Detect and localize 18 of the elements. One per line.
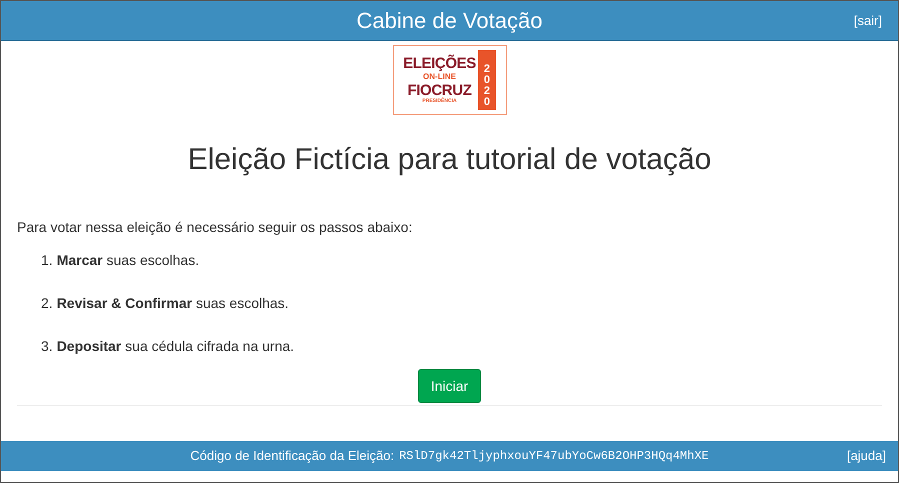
step-text: Marcar suas escolhas. bbox=[56, 251, 200, 270]
help-link[interactable]: [ajuda] bbox=[846, 446, 886, 466]
logo-text: ELEIÇÕES bbox=[403, 56, 476, 71]
logo-ribbon: 2020 bbox=[478, 50, 496, 110]
step-text: Revisar & Confirmar suas escolhas. bbox=[56, 294, 289, 313]
intro-text: Para votar nessa eleição é necessário seguir os passos abaixo: bbox=[17, 218, 414, 237]
logo-text: ON-LINE bbox=[423, 73, 456, 81]
election-title: Eleição Fictícia para tutorial de votação bbox=[186, 142, 712, 178]
start-button[interactable]: Iniciar bbox=[418, 369, 482, 403]
step-text: Depositar sua cédula cifrada na urna. bbox=[56, 337, 294, 356]
page-title: Cabine de Votação bbox=[356, 7, 542, 35]
step-number: 2. bbox=[41, 294, 53, 313]
election-id-code: RSlD7gk42TljyphxouYF47ubYoCw6B2OHP3HQq4MhXE bbox=[399, 448, 709, 465]
logo-text: FIOCRUZ bbox=[407, 83, 472, 98]
logout-link[interactable]: [sair] bbox=[854, 11, 882, 30]
step-number: 3. bbox=[41, 337, 53, 356]
step-number: 1. bbox=[41, 251, 53, 270]
election-id-label: Código de Identificação da Eleição: bbox=[190, 447, 394, 466]
